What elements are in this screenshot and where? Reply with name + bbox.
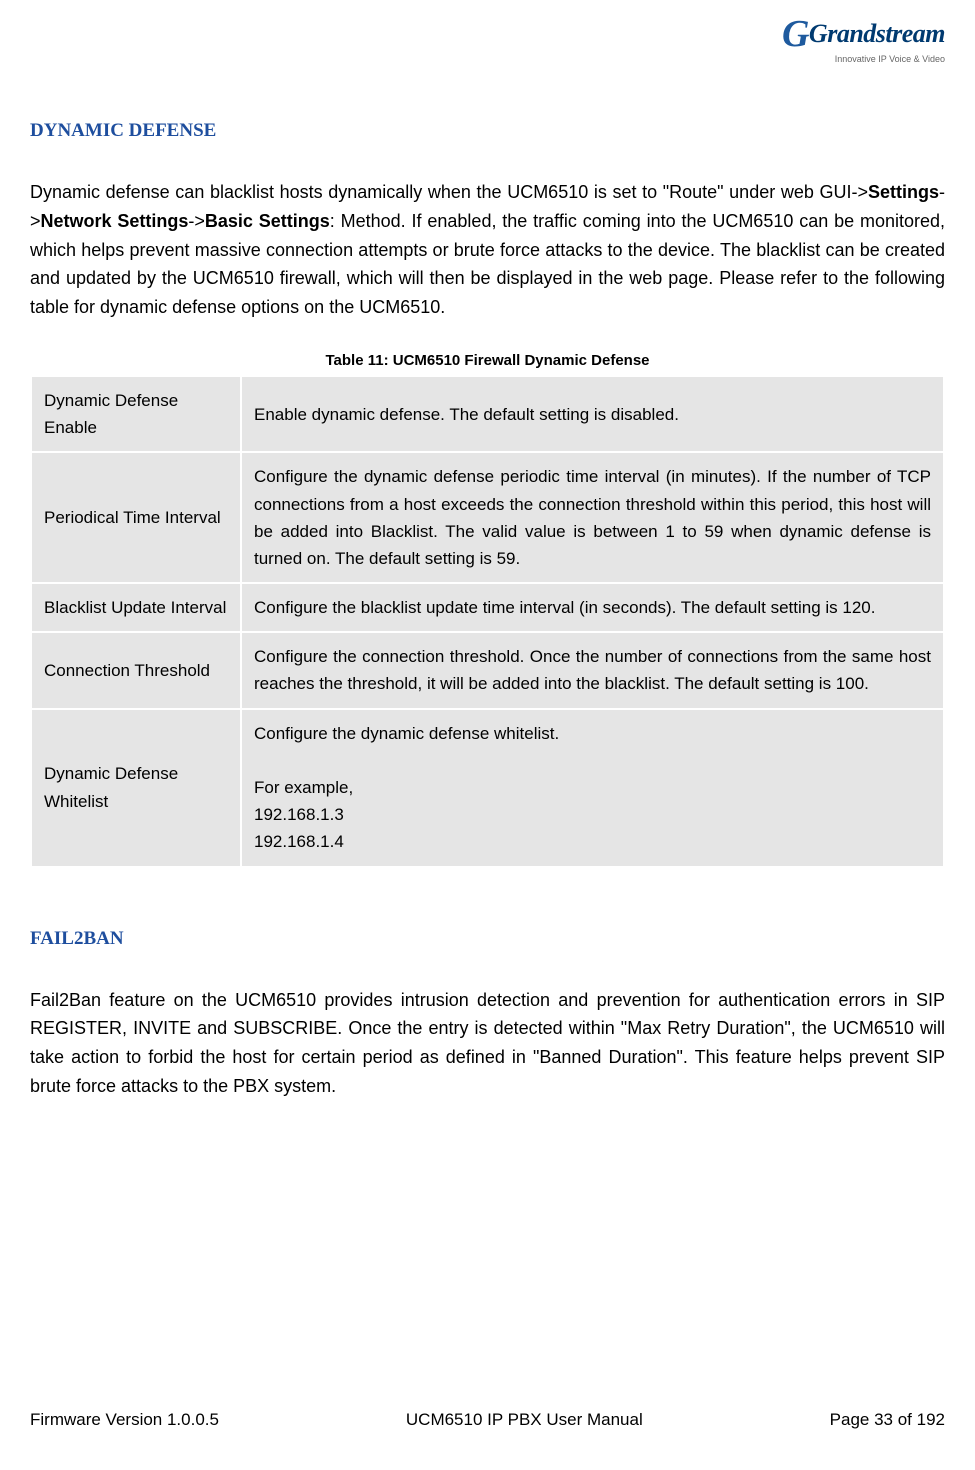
text-fragment: Dynamic defense can blacklist hosts dyna… [30,182,868,202]
table-caption: Table 11: UCM6510 Firewall Dynamic Defen… [30,352,945,369]
paragraph-fail2ban-intro: Fail2Ban feature on the UCM6510 provides… [30,986,945,1101]
paragraph-dynamic-defense-intro: Dynamic defense can blacklist hosts dyna… [30,178,945,322]
footer-doc-title: UCM6510 IP PBX User Manual [406,1410,643,1430]
option-name: Blacklist Update Interval [31,583,241,632]
footer-firmware-version: Firmware Version 1.0.0.5 [30,1410,219,1430]
option-desc-whitelist: Configure the dynamic defense whitelist.… [241,709,944,867]
bold-basic-settings: Basic Settings [205,211,330,231]
option-desc: Enable dynamic defense. The default sett… [241,376,944,452]
whitelist-line: 192.168.1.4 [254,828,931,855]
text-fragment: -> [188,211,205,231]
brand-logo: GGrandstream Innovative IP Voice & Video [765,12,945,72]
table-dynamic-defense-options: Dynamic Defense Enable Enable dynamic de… [30,375,945,868]
table-row: Periodical Time Interval Configure the d… [31,452,944,583]
option-desc: Configure the dynamic defense periodic t… [241,452,944,583]
whitelist-line: For example, [254,774,931,801]
bold-settings: Settings [868,182,939,202]
option-name: Periodical Time Interval [31,452,241,583]
logo-tagline: Innovative IP Voice & Video [765,54,945,64]
option-desc: Configure the blacklist update time inte… [241,583,944,632]
option-name: Dynamic Defense Whitelist [31,709,241,867]
option-name: Dynamic Defense Enable [31,376,241,452]
whitelist-line: 192.168.1.3 [254,801,931,828]
page-footer: Firmware Version 1.0.0.5 UCM6510 IP PBX … [30,1410,945,1430]
table-row: Connection Threshold Configure the conne… [31,632,944,708]
option-name: Connection Threshold [31,632,241,708]
heading-fail2ban: FAIL2BAN [30,928,945,950]
whitelist-line: Configure the dynamic defense whitelist. [254,720,931,747]
whitelist-blank-line [254,747,931,774]
table-row: Dynamic Defense Whitelist Configure the … [31,709,944,867]
table-row: Dynamic Defense Enable Enable dynamic de… [31,376,944,452]
logo-brand-text: Grandstream [809,19,945,48]
heading-dynamic-defense: DYNAMIC DEFENSE [30,120,945,142]
logo-text: GGrandstream [782,19,945,48]
table-row: Blacklist Update Interval Configure the … [31,583,944,632]
footer-page-number: Page 33 of 192 [830,1410,945,1430]
bold-network-settings: Network Settings [41,211,189,231]
page-content: DYNAMIC DEFENSE Dynamic defense can blac… [30,120,945,1101]
option-desc: Configure the connection threshold. Once… [241,632,944,708]
